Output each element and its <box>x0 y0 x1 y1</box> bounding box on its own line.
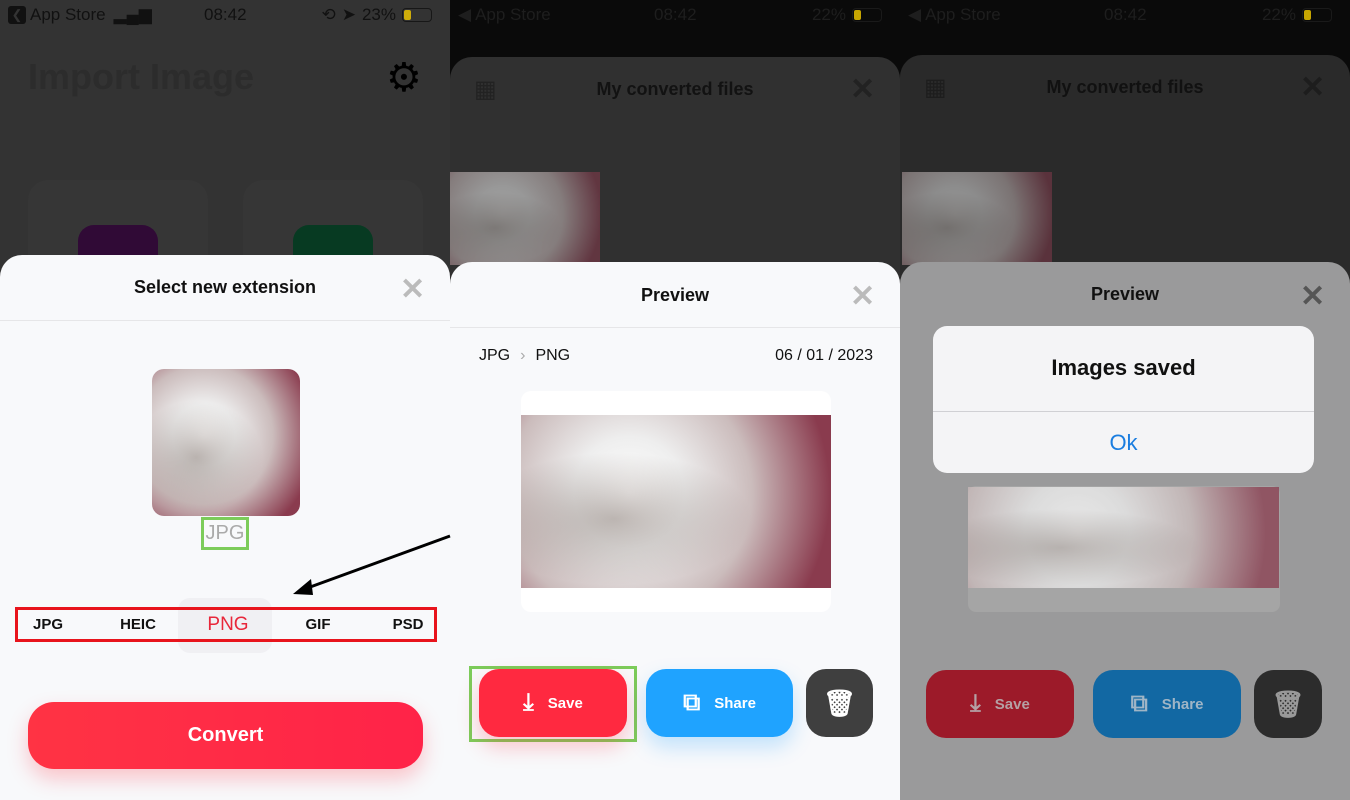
annotation-arrow <box>293 534 451 595</box>
